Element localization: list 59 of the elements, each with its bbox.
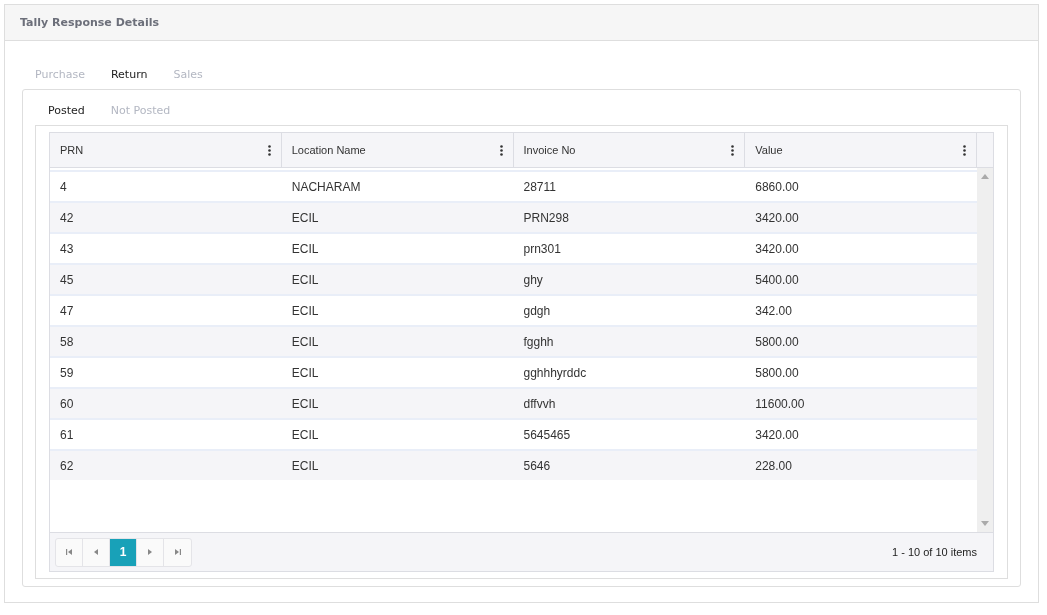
column-menu-icon[interactable]	[499, 144, 503, 156]
table-cell-text: 45	[59, 272, 75, 287]
table-cell-text: ECIL	[290, 458, 320, 473]
table-cell-text: 4	[59, 179, 68, 194]
previous-page-icon	[93, 548, 99, 556]
last-page-icon	[173, 548, 182, 556]
table-cell-text: 3420.00	[754, 427, 800, 442]
table-cell-text: 6860.00	[754, 179, 800, 194]
table-cell-text: 62	[59, 458, 75, 473]
tab[interactable]: Posted	[35, 98, 98, 123]
column-menu-icon[interactable]	[963, 144, 966, 156]
column-header[interactable]: Location Name	[281, 133, 514, 167]
table-cell-text: ECIL	[290, 241, 320, 256]
table-cell-text: prn301	[522, 241, 562, 256]
table-cell-text: ECIL	[290, 365, 320, 380]
pager-summary: 1 - 10 of 10 items	[892, 546, 977, 558]
tab[interactable]: Return	[97, 62, 161, 87]
table-cell-text: 47	[59, 303, 75, 318]
table-cell-text: ghy	[522, 272, 544, 287]
table-cell-text: ECIL	[290, 396, 320, 411]
table-cell-text: 42	[59, 210, 75, 225]
table-cell-text: 342.00	[754, 303, 793, 318]
scroll-up-icon[interactable]	[981, 174, 989, 179]
table-cell-text: PRN298	[522, 210, 570, 225]
table-cell-text: gghhhyrddc	[522, 365, 588, 380]
first-page-icon	[65, 548, 73, 556]
table-cell-text: NACHARAM	[290, 179, 362, 194]
table-cell-text: 5645465	[522, 427, 572, 442]
table-cell-text: 228.00	[754, 458, 793, 473]
table-cell-text: ECIL	[290, 272, 320, 287]
table-cell-text: 5800.00	[754, 334, 800, 349]
column-header[interactable]: Value	[745, 133, 977, 167]
table-cell-text: 3420.00	[754, 210, 800, 225]
table-cell-text: ECIL	[290, 210, 320, 225]
table-cell-text: 5800.00	[754, 365, 800, 380]
table-cell-text: 11600.00	[754, 396, 806, 411]
table-cell-text: fgghh	[522, 334, 555, 349]
table-cell-text: 60	[59, 396, 75, 411]
column-header[interactable]: PRN	[50, 133, 282, 167]
table-cell-text: 58	[59, 334, 75, 349]
table-cell-text: 5400.00	[754, 272, 800, 287]
table-cell-text: gdgh	[522, 303, 552, 318]
table-cell-text: 43	[59, 241, 75, 256]
column-menu-icon[interactable]	[731, 144, 735, 156]
column-menu-icon[interactable]	[267, 144, 271, 156]
scrollbar[interactable]	[977, 168, 993, 532]
table-cell-text: ECIL	[290, 334, 320, 349]
table-cell-text: 59	[59, 365, 75, 380]
table-cell-text: ECIL	[290, 427, 320, 442]
scroll-down-icon[interactable]	[981, 521, 989, 526]
next-page-icon	[147, 548, 153, 556]
table-cell-text: 61	[59, 427, 75, 442]
table-cell-text: 3420.00	[754, 241, 800, 256]
column-header[interactable]: Invoice No	[513, 133, 746, 167]
panel-title: Tally Response Details	[5, 5, 1038, 41]
table-cell-text: dffvvh	[522, 396, 557, 411]
table-cell-text: ECIL	[290, 303, 320, 318]
table-cell-text: 5646	[522, 458, 552, 473]
table-cell-text: 28711	[522, 179, 557, 194]
